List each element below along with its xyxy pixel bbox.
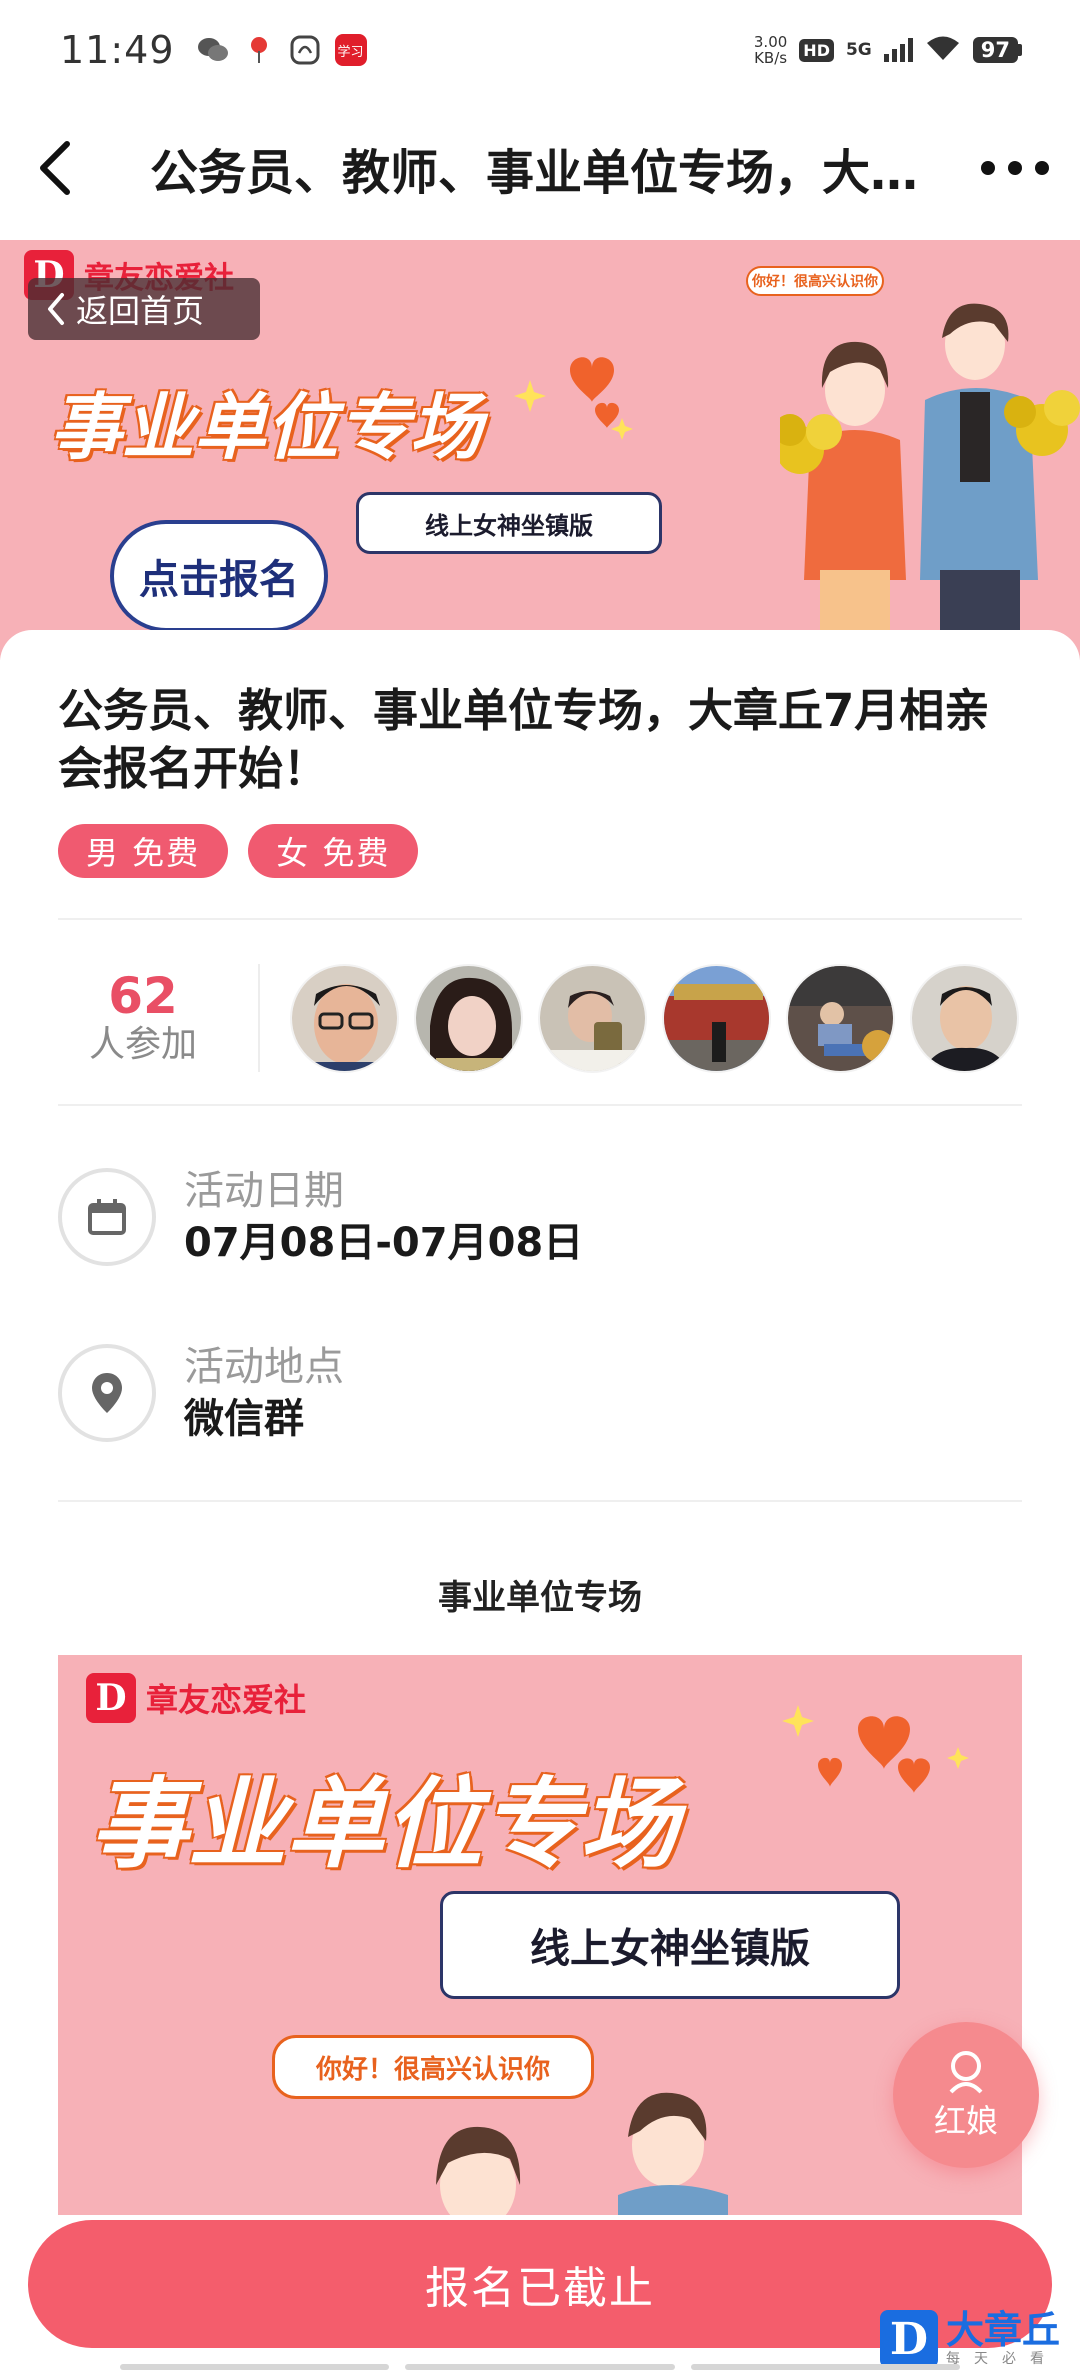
poster-title: 事业单位专场 [90,1768,679,1882]
brand-name: 章友恋爱社 [146,1681,307,1719]
hearts-decoration [782,1705,969,1793]
fingerprint-app-icon [289,34,321,66]
online-tag: 线上女神坐镇版 [356,492,662,554]
map-pin-app-icon [243,34,275,66]
event-title: 公务员、教师、事业单位专场，大章丘7月相亲会报名开始！ [58,684,990,795]
couple-illustration [780,303,1080,660]
event-date-value: 07月08日-07月08日 [184,1220,584,1266]
more-dots-icon [981,161,1049,175]
watermark-slogan: 每天必看 [946,2351,1058,2367]
matchmaker-label: 红娘 [933,2102,998,2140]
more-button[interactable] [950,100,1080,236]
participants-row[interactable]: 62 人参加 [58,956,1022,1080]
nav-bar: 公务员、教师、事业单位专场，大章丘7月相亲会报名开始！ [0,100,1080,236]
couple-illustration [436,2092,728,2215]
status-bar: 11:49 学习 3.00 KB/s HD 5G 97 [0,0,1080,100]
page-title: 公务员、教师、事业单位专场，大章丘7月相亲会报名开始！ [150,145,950,201]
back-home-button[interactable]: 返回首页 [28,278,260,340]
participant-count-label: 人参加 [88,1024,197,1065]
hd-badge: HD [799,38,834,62]
back-home-label: 返回首页 [76,292,205,330]
event-poster[interactable]: D 章友恋爱社 事业单位专场 线上女神坐镇版 你好！很高兴认识你 [58,1655,1022,2215]
male-price-tag: 男 免费 [58,824,229,878]
signup-cta[interactable]: 点击报名 [110,520,328,632]
avatar[interactable] [786,963,895,1073]
section-title: 事业单位专场 [438,1578,642,1618]
network-type: 5G [845,40,872,60]
event-location-row[interactable]: 活动地点 微信群 [58,1328,1022,1458]
avatar[interactable] [538,963,647,1073]
avatar[interactable] [414,963,523,1073]
battery-icon: 97 [972,37,1022,63]
divider [58,1104,1022,1106]
banner-title: 事业单位专场 [50,385,483,469]
poster-brand: D 章友恋爱社 [86,1673,306,1723]
home-indicator [120,2364,960,2370]
event-banner[interactable]: D 章友恋爱社 返回首页 事业单位专场 线上女神坐镇版 点击报名 你好！很高兴认… [0,240,1080,660]
avatar[interactable] [910,963,1019,1073]
network-speed: 3.00 KB/s [753,33,788,67]
event-location-label: 活动地点 [184,1344,344,1390]
wifi-icon [925,34,961,66]
avatar[interactable] [290,963,399,1073]
brand-logo: D [86,1673,136,1723]
participant-avatars [290,963,1019,1073]
calendar-icon [58,1168,156,1266]
online-tag: 线上女神坐镇版 [440,1891,900,1999]
location-pin-icon [58,1344,156,1442]
matchmaker-icon [949,2051,983,2094]
event-date-row: 活动日期 07月08日-07月08日 [58,1152,1022,1282]
watermark-logo: D [880,2310,938,2368]
divider [58,918,1022,920]
chevron-left-icon [48,293,64,325]
avatar[interactable] [662,963,771,1073]
divider [58,1500,1022,1502]
wechat-icon [197,34,229,66]
study-app-icon: 学习 [334,34,367,66]
hearts-decoration [514,357,633,440]
participant-count: 62 人参加 [58,969,228,1067]
chevron-left-icon [40,141,70,195]
price-tags: 男 免费 女 免费 [58,824,419,878]
back-button[interactable] [0,100,110,236]
female-price-tag: 女 免费 [248,824,419,878]
status-app-icons: 学习 [197,34,367,66]
participant-count-number: 62 [108,967,178,1025]
screen: 11:49 学习 3.00 KB/s HD 5G 97 公务员、教师、事业单位专… [0,0,1080,2376]
watermark-name: 大章丘 [946,2308,1061,2352]
event-date-label: 活动日期 [184,1168,344,1214]
status-time: 11:49 [60,28,175,72]
status-indicators: 3.00 KB/s HD 5G 97 [754,34,1022,66]
event-location-value: 微信群 [184,1396,304,1442]
watermark: D 大章丘 每天必看 [880,2306,1080,2372]
signal-icon [883,38,913,62]
matchmaker-button[interactable]: 红娘 [893,2022,1039,2168]
